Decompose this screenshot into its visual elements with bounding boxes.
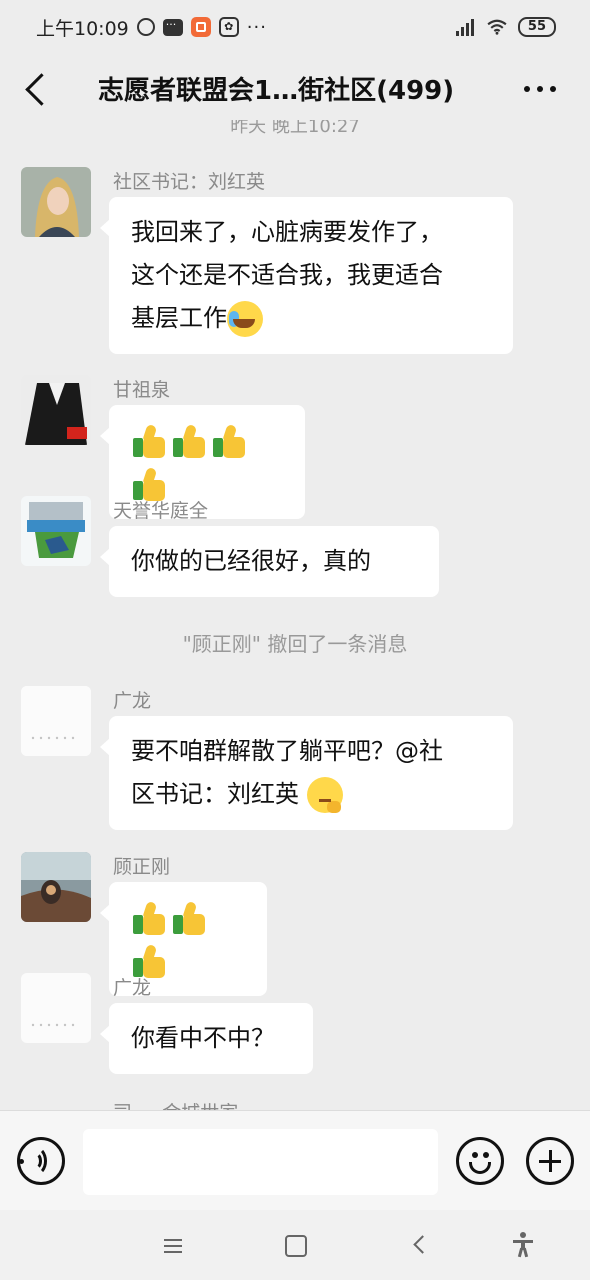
thumbs-up-emoji [171, 900, 207, 936]
wifi-icon [487, 19, 507, 35]
home-icon[interactable] [282, 1232, 310, 1260]
message-bubble[interactable]: 要不咱群解散了躺平吧？@社 区书记：刘红英 [100, 716, 513, 830]
sender-name-cut-off: 司 ... 金城世家 [113, 1098, 238, 1110]
system-navigation-bar [0, 1210, 590, 1280]
crying-laughing-emoji [227, 301, 263, 337]
avatar[interactable] [21, 375, 91, 445]
sender-name: 甘祖泉 [113, 379, 171, 401]
message-line: 你做的已经很好，真的 [131, 547, 371, 575]
chat-title: 志愿者联盟会1…街社区(499) [98, 76, 455, 106]
message-bubble[interactable]: 你看中不中？ [100, 1003, 313, 1074]
thumbs-up-emoji [171, 423, 207, 459]
message-line-text: 基层工作 [131, 304, 227, 332]
sender-name: 广龙 [113, 690, 152, 712]
message-line: 这个还是不适合我，我更适合 [131, 261, 443, 289]
avatar[interactable] [21, 973, 91, 1043]
menu-icon[interactable] [160, 1232, 188, 1260]
recall-notice: "顾正刚" 撤回了一条消息 [182, 632, 408, 656]
message-line: 基层工作 [131, 297, 491, 340]
thumbs-up-emoji [131, 900, 167, 936]
smiley-icon[interactable] [456, 1137, 504, 1185]
thinking-face-emoji [306, 777, 343, 813]
sender-name: 顾正刚 [113, 856, 171, 878]
more-dots-icon: ··· [246, 16, 267, 38]
status-time: 上午10:09 [36, 17, 129, 40]
signal-icon [455, 18, 476, 36]
avatar[interactable] [21, 167, 91, 237]
wechat-group-chat-screen: 上午10:09 ✿ ··· 55 志愿者联盟会1…街社区(499) 昨天 晚 [0, 0, 590, 1280]
message-list[interactable]: 昨天 晚上10:27 社区书记：刘红英 我回来了，心脏病要发作了， 这个还是不适… [0, 120, 590, 1110]
message-bubble[interactable]: 你做的已经很好，真的 [100, 526, 439, 597]
message-line-text: 区书记：刘红英 [131, 780, 307, 808]
status-bar: 上午10:09 ✿ ··· 55 [0, 0, 590, 54]
more-horizontal-icon[interactable] [520, 74, 560, 102]
alarm-icon [136, 18, 155, 36]
message-line: 我回来了，心脏病要发作了， [131, 218, 443, 246]
sender-name: 广龙 [113, 977, 152, 999]
plus-icon[interactable] [526, 1137, 574, 1185]
avatar[interactable] [21, 686, 91, 756]
voice-icon[interactable] [17, 1137, 65, 1185]
chevron-left-icon[interactable] [16, 68, 56, 108]
message-icon [162, 18, 183, 36]
message-line: 要不咱群解散了躺平吧？@社 [131, 737, 443, 765]
battery-indicator: 55 [517, 17, 556, 37]
message-line: 区书记：刘红英 [131, 773, 491, 816]
time-divider: 昨天 晚上10:27 [230, 120, 360, 137]
app-icon [190, 17, 211, 37]
message-input[interactable] [83, 1129, 438, 1195]
avatar[interactable] [21, 852, 91, 922]
baidu-paw-icon: ✿ [218, 17, 239, 37]
status-right-group: 55 [455, 17, 556, 37]
thumbs-up-emoji [211, 423, 247, 459]
chat-header: 志愿者联盟会1…街社区(499) [0, 56, 590, 120]
chat-input-bar [0, 1110, 590, 1210]
avatar[interactable] [21, 496, 91, 566]
sender-name: 天誉华庭全 [113, 500, 209, 522]
message-bubble[interactable]: 我回来了，心脏病要发作了， 这个还是不适合我，我更适合 基层工作 [100, 197, 513, 354]
thumbs-up-emoji [131, 423, 167, 459]
back-icon[interactable] [406, 1232, 434, 1260]
accessibility-icon[interactable] [510, 1232, 538, 1260]
sender-name: 社区书记：刘红英 [113, 171, 266, 193]
message-line: 你看中不中？ [131, 1024, 275, 1052]
